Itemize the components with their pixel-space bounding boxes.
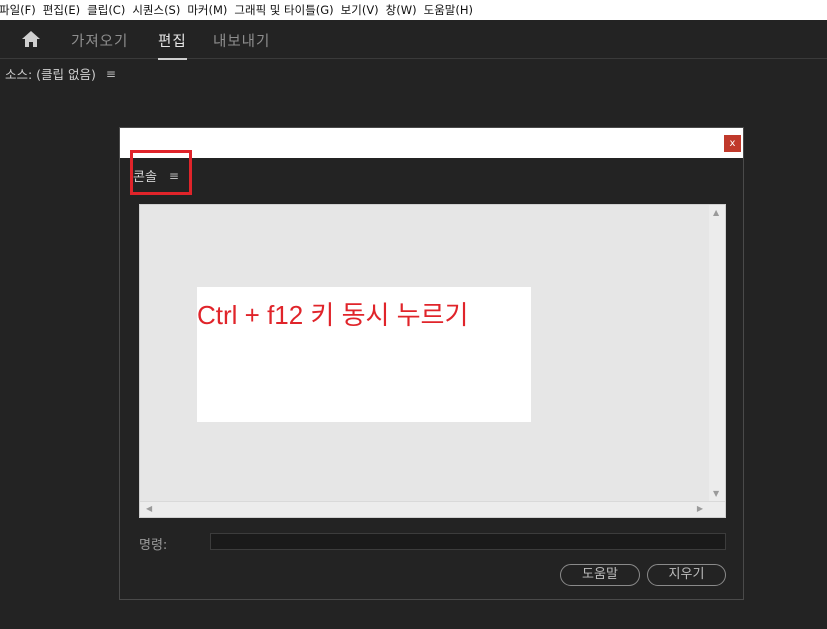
menu-help[interactable]: 도움말(H) — [424, 2, 480, 18]
close-button[interactable]: x — [724, 135, 741, 152]
source-panel-menu-icon[interactable]: ≡ — [106, 67, 116, 81]
home-icon[interactable] — [20, 29, 42, 49]
menu-clip[interactable]: 클립(C) — [87, 2, 132, 18]
vertical-scrollbar[interactable]: ▲ ▼ — [709, 205, 725, 501]
menu-edit[interactable]: 편집(E) — [43, 2, 87, 18]
scroll-up-icon[interactable]: ▲ — [713, 208, 719, 217]
clear-button[interactable]: 지우기 — [647, 564, 726, 586]
menu-view[interactable]: 보기(V) — [341, 2, 386, 18]
command-label: 명령: — [139, 538, 168, 553]
menu-window[interactable]: 창(W) — [386, 2, 424, 18]
annotation-note-box: Ctrl + f12 키 동시 누르기 — [197, 287, 531, 422]
menu-bar: 파일(F) 편집(E) 클립(C) 시퀀스(S) 마커(M) 그래픽 및 타이틀… — [0, 0, 827, 20]
highlight-annotation-box — [130, 150, 192, 195]
console-dialog: x 콘솔 ≡ Ctrl + f12 키 동시 누르기 ▲ ▼ ◀ ▶ 명령: 도… — [119, 127, 744, 600]
source-panel-header: 소스: (클립 없음) ≡ — [5, 64, 116, 83]
dialog-titlebar[interactable]: x — [120, 128, 743, 158]
help-button[interactable]: 도움말 — [560, 564, 640, 586]
tab-export[interactable]: 내보내기 — [213, 30, 270, 51]
scroll-left-icon[interactable]: ◀ — [146, 504, 152, 513]
scroll-down-icon[interactable]: ▼ — [713, 489, 719, 498]
command-input[interactable] — [210, 533, 726, 550]
menu-graphics-titles[interactable]: 그래픽 및 타이틀(G) — [234, 2, 340, 18]
scroll-right-icon[interactable]: ▶ — [697, 504, 703, 513]
console-output-area[interactable]: Ctrl + f12 키 동시 누르기 ▲ ▼ ◀ ▶ — [139, 204, 726, 518]
tab-edit[interactable]: 편집 — [158, 30, 187, 60]
workspace-tab-bar: 가져오기 편집 내보내기 — [0, 20, 827, 60]
tab-import[interactable]: 가져오기 — [71, 30, 128, 51]
horizontal-scrollbar[interactable]: ◀ ▶ — [140, 501, 725, 517]
menu-file[interactable]: 파일(F) — [0, 2, 43, 18]
source-panel-title[interactable]: 소스: (클립 없음) — [5, 64, 96, 83]
menu-sequence[interactable]: 시퀀스(S) — [132, 2, 187, 18]
annotation-text: Ctrl + f12 키 동시 누르기 — [197, 300, 469, 330]
menu-marker[interactable]: 마커(M) — [187, 2, 234, 18]
